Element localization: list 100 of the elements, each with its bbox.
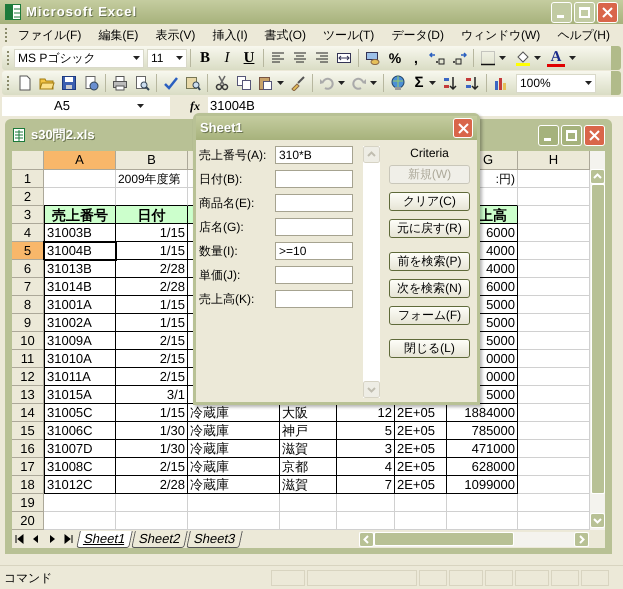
bold-button[interactable]: B — [194, 46, 216, 70]
row-header[interactable]: 6 — [12, 260, 44, 278]
sort-ascending-icon[interactable] — [442, 75, 458, 91]
row-header[interactable]: 8 — [12, 296, 44, 314]
row-header[interactable]: 7 — [12, 278, 44, 296]
input-field[interactable]: >=10 — [275, 242, 353, 260]
formula-input[interactable]: 31004B — [208, 96, 623, 116]
menu-item[interactable]: 書式(O) — [258, 26, 312, 44]
row-header[interactable]: 14 — [12, 404, 44, 422]
print-preview-icon[interactable] — [134, 75, 150, 91]
paint-bucket-icon[interactable] — [515, 50, 531, 66]
row-header[interactable]: 13 — [12, 386, 44, 404]
caret-icon[interactable] — [338, 81, 345, 85]
insert-function-button[interactable]: fx — [190, 97, 206, 115]
menu-item[interactable]: ヘルプ(H) — [551, 26, 616, 44]
sheet-tab[interactable]: Sheet2 — [131, 530, 188, 548]
dialog-button[interactable]: 次を検索(N) — [389, 279, 470, 298]
globe-icon[interactable] — [390, 75, 406, 91]
caret-icon[interactable] — [534, 56, 541, 60]
close-button[interactable] — [584, 124, 605, 146]
caret-icon[interactable] — [133, 56, 140, 60]
caret-icon[interactable] — [585, 81, 592, 85]
column-header[interactable]: A — [44, 151, 116, 170]
row-header[interactable]: 10 — [12, 332, 44, 350]
input-field[interactable] — [275, 218, 353, 236]
row-header[interactable]: 12 — [12, 368, 44, 386]
caret-icon[interactable] — [569, 56, 576, 60]
row-header[interactable]: 4 — [12, 224, 44, 242]
caret-icon[interactable] — [137, 104, 144, 108]
print-icon[interactable] — [112, 75, 128, 91]
input-field[interactable] — [275, 290, 353, 308]
merge-center-icon[interactable] — [336, 50, 352, 66]
close-button[interactable] — [453, 118, 473, 138]
toolbar-grip[interactable] — [6, 74, 10, 92]
percent-button[interactable]: % — [384, 48, 406, 68]
autosum-button[interactable]: Σ — [409, 72, 429, 94]
sheet-tab[interactable]: Sheet3 — [186, 530, 244, 548]
row-header[interactable]: 2 — [12, 188, 44, 206]
dialog-button[interactable]: クリア(C) — [389, 192, 470, 211]
caret-icon[interactable] — [370, 81, 377, 85]
caret-icon[interactable] — [499, 56, 506, 60]
menu-item[interactable]: 表示(V) — [149, 26, 202, 44]
row-header[interactable]: 17 — [12, 458, 44, 476]
coins-icon[interactable] — [365, 50, 381, 66]
font-size-dropdown[interactable]: 11 — [147, 48, 187, 68]
zoom-dropdown[interactable]: 100% — [516, 74, 596, 92]
menu-item[interactable]: 挿入(I) — [206, 26, 254, 44]
caret-icon[interactable] — [176, 56, 183, 60]
input-field[interactable]: 310*B — [275, 146, 353, 164]
caret-icon[interactable] — [277, 81, 284, 85]
clipboard-icon[interactable] — [258, 75, 274, 91]
name-box[interactable]: A5 — [2, 96, 170, 116]
book-search-icon[interactable] — [185, 75, 201, 91]
dialog-button[interactable]: 元に戻す(R) — [389, 219, 470, 238]
comma-button[interactable]: , — [406, 48, 426, 68]
horizontal-scrollbar[interactable] — [359, 532, 589, 546]
first-sheet-icon[interactable] — [14, 532, 26, 546]
menu-item[interactable]: ファイル(F) — [12, 26, 88, 44]
row-header[interactable]: 20 — [12, 512, 44, 530]
menu-item[interactable]: データ(D) — [385, 26, 450, 44]
row-header[interactable]: 11 — [12, 350, 44, 368]
brush-icon[interactable] — [290, 75, 306, 91]
caret-icon[interactable] — [429, 81, 436, 85]
dialog-button[interactable]: フォーム(F) — [389, 306, 470, 325]
page-icon[interactable] — [83, 75, 99, 91]
spelling-check-icon[interactable] — [163, 75, 179, 91]
scroll-thumb[interactable] — [590, 184, 604, 494]
input-field[interactable] — [275, 194, 353, 212]
row-header[interactable]: 9 — [12, 314, 44, 332]
new-document-icon[interactable] — [17, 75, 33, 91]
row-header[interactable]: 3 — [12, 206, 44, 224]
increase-decimal-icon[interactable] — [429, 50, 445, 66]
scroll-thumb[interactable] — [374, 532, 514, 546]
menu-item[interactable]: ウィンドウ(W) — [454, 26, 546, 44]
row-header[interactable]: 19 — [12, 494, 44, 512]
toolbar-grip[interactable] — [6, 49, 10, 67]
font-color-button[interactable]: A — [547, 50, 565, 66]
close-button[interactable] — [597, 2, 618, 22]
save-icon[interactable] — [61, 75, 77, 91]
copy-icon[interactable] — [236, 75, 252, 91]
dialog-button[interactable]: 前を検索(P) — [389, 252, 470, 271]
row-header[interactable]: 16 — [12, 440, 44, 458]
input-field[interactable] — [275, 266, 353, 284]
column-header[interactable]: H — [518, 151, 590, 170]
vertical-scrollbar[interactable] — [590, 151, 605, 530]
input-field[interactable] — [275, 170, 353, 188]
row-header[interactable]: 5 — [12, 242, 44, 260]
column-header[interactable]: B — [116, 151, 188, 170]
bar-chart-icon[interactable] — [493, 75, 509, 91]
sort-descending-icon[interactable] — [464, 75, 480, 91]
font-dropdown[interactable]: MS Pゴシック — [14, 48, 144, 68]
scissors-icon[interactable] — [214, 75, 230, 91]
toolbar-grip[interactable] — [4, 26, 8, 44]
menu-item[interactable]: 編集(E) — [92, 26, 144, 44]
last-sheet-icon[interactable] — [62, 532, 74, 546]
borders-icon[interactable] — [480, 50, 496, 66]
italic-button[interactable]: I — [216, 46, 238, 70]
menu-item[interactable]: ツール(T) — [316, 26, 380, 44]
row-header[interactable]: 15 — [12, 422, 44, 440]
row-header[interactable]: 1 — [12, 170, 44, 188]
